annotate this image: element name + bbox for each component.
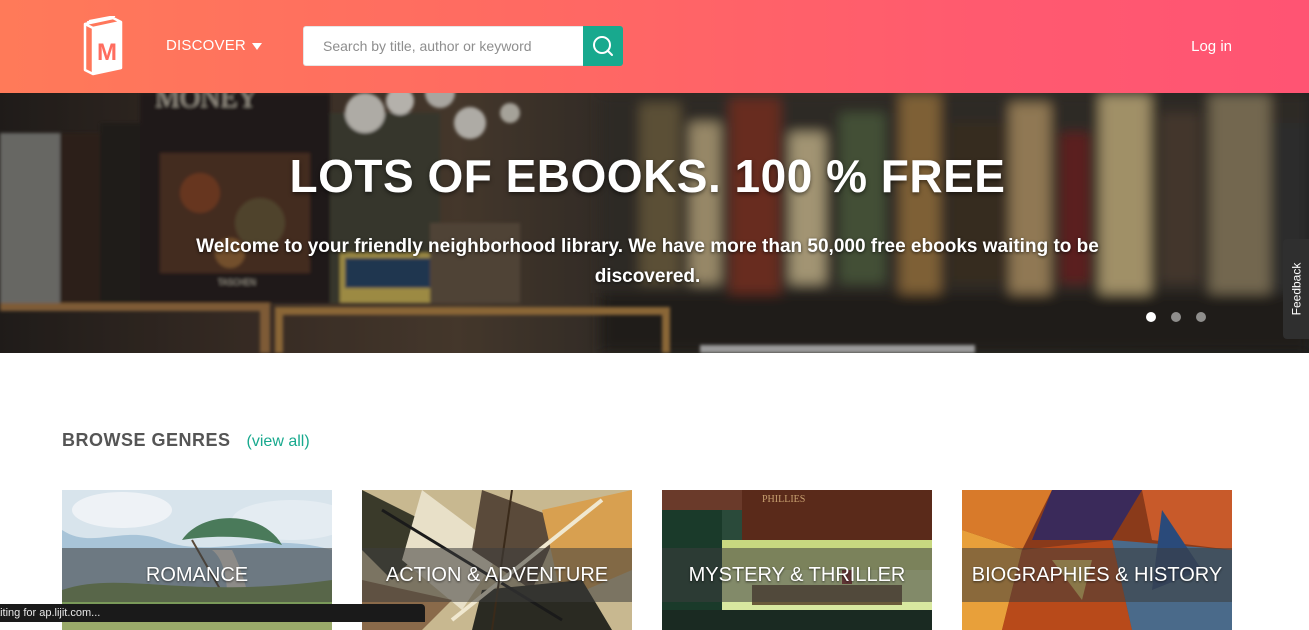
search-icon (593, 36, 613, 56)
carousel-dot-2[interactable] (1171, 312, 1181, 322)
genre-card-mystery-thriller[interactable]: PHILLIES MYSTERY & THRILLER (662, 490, 932, 630)
carousel-dot-1[interactable] (1146, 312, 1156, 322)
top-header: M DISCOVER Log in (0, 0, 1309, 93)
hero-subtitle: Welcome to your friendly neighborhood li… (196, 236, 1099, 287)
search-button[interactable] (583, 26, 623, 66)
discover-label: DISCOVER (166, 37, 246, 54)
feedback-tab[interactable]: Feedback (1283, 239, 1309, 339)
hero-overlay (0, 93, 1309, 353)
genre-card-label: BIOGRAPHIES & HISTORY (971, 564, 1223, 586)
discover-menu[interactable]: DISCOVER (166, 37, 262, 54)
view-all-link[interactable]: (view all) (247, 433, 310, 451)
genre-card-label: MYSTERY & THRILLER (688, 564, 906, 586)
hero-carousel: MONEY TASCHEN LOTS OF EBOOKS. 100 % FREE… (0, 93, 1309, 353)
carousel-dots (1146, 312, 1206, 322)
hero-title: LOTS OF EBOOKS. 100 % FREE (289, 150, 1006, 202)
login-link[interactable]: Log in (1191, 38, 1232, 55)
svg-text:PHILLIES: PHILLIES (762, 494, 805, 505)
caret-down-icon (251, 43, 262, 50)
carousel-dot-3[interactable] (1196, 312, 1206, 322)
feedback-label: Feedback (1289, 262, 1304, 316)
status-bar-text: Waiting for ap.lijit.com... (0, 607, 101, 619)
browse-genres-title: BROWSE GENRES (62, 430, 231, 450)
book-m-icon[interactable]: M (77, 15, 124, 78)
browser-status-bar: Waiting for ap.lijit.com... (0, 604, 425, 622)
search-bar (303, 26, 623, 66)
browse-genres-header: BROWSE GENRES (view all) (62, 430, 310, 451)
genre-card-biographies-history[interactable]: BIOGRAPHIES & HISTORY (962, 490, 1232, 630)
genre-card-label: ROMANCE (145, 564, 249, 586)
search-input[interactable] (303, 26, 583, 66)
genre-card-label: ACTION & ADVENTURE (385, 564, 609, 586)
svg-text:M: M (97, 39, 117, 66)
